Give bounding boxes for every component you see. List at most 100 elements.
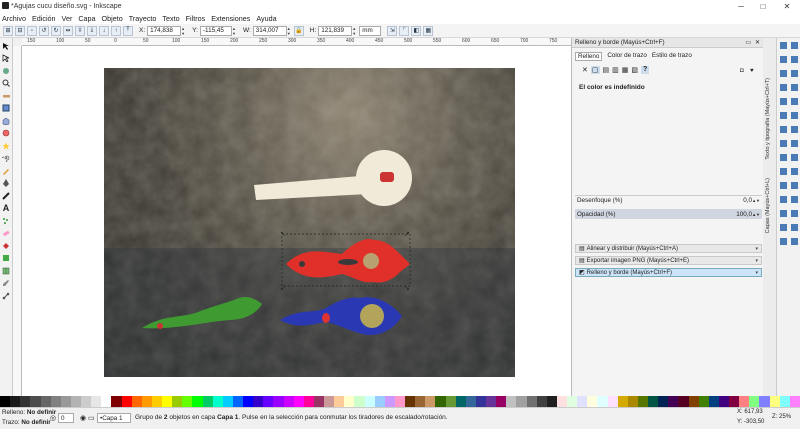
- fill-stroke-dialog-icon[interactable]: [780, 182, 787, 189]
- green-hand[interactable]: [142, 297, 262, 329]
- no-paint-icon[interactable]: ✕: [582, 66, 588, 74]
- star-tool-icon[interactable]: [1, 141, 11, 151]
- lower-icon[interactable]: ↓: [99, 25, 109, 36]
- undo-icon[interactable]: [780, 84, 787, 91]
- ungroup-icon[interactable]: [780, 168, 787, 175]
- rotate-cw-icon[interactable]: ↻: [51, 25, 61, 36]
- palette-swatch[interactable]: [729, 396, 740, 407]
- palette-swatch[interactable]: [81, 396, 92, 407]
- scale-stroke-icon[interactable]: ⇲: [387, 25, 398, 36]
- scale-corners-icon[interactable]: ⌜: [399, 25, 410, 36]
- deselect-icon[interactable]: ▫: [27, 25, 37, 36]
- lock-ratio-icon[interactable]: 🔒: [293, 25, 304, 36]
- ellipse-tool-icon[interactable]: [1, 128, 11, 138]
- h-spinner-icon[interactable]: ▲ ▼: [352, 26, 357, 36]
- maximize-button[interactable]: □: [752, 0, 774, 12]
- rotate-ccw-icon[interactable]: ↺: [39, 25, 49, 36]
- palette-swatch[interactable]: [455, 396, 466, 407]
- palette-swatch[interactable]: [627, 396, 638, 407]
- layers-dialog-icon[interactable]: [780, 196, 787, 203]
- mesh-gradient-icon[interactable]: ▦: [622, 66, 629, 74]
- palette-swatch[interactable]: [587, 396, 598, 407]
- select-all-icon[interactable]: ⊞: [3, 25, 13, 36]
- clone-icon[interactable]: [791, 140, 798, 147]
- document-properties-icon[interactable]: [791, 210, 798, 217]
- raise-icon[interactable]: ↑: [111, 25, 121, 36]
- flip-vertical-icon[interactable]: ⇳: [75, 25, 85, 36]
- palette-swatch[interactable]: [405, 396, 416, 407]
- palette-swatch[interactable]: [0, 396, 11, 407]
- palette-swatch[interactable]: [678, 396, 689, 407]
- palette-swatch[interactable]: [70, 396, 81, 407]
- preferences-icon[interactable]: [780, 210, 787, 217]
- palette-swatch[interactable]: [658, 396, 669, 407]
- palette-swatch[interactable]: [121, 396, 132, 407]
- palette-swatch[interactable]: [334, 396, 345, 407]
- text-tool-icon[interactable]: A: [1, 203, 11, 213]
- tab-color-de-trazo[interactable]: Color de trazo: [607, 52, 647, 61]
- tab-relleno[interactable]: Relleno: [575, 52, 603, 61]
- palette-swatch[interactable]: [708, 396, 719, 407]
- raise-top-icon[interactable]: ⤒: [123, 25, 133, 36]
- panel-fill-stroke[interactable]: ◩ Relleno y borde (Mayús+Ctrl+F) ▾: [575, 268, 762, 277]
- lower-bottom-icon[interactable]: ⤓: [87, 25, 97, 36]
- palette-swatch[interactable]: [425, 396, 436, 407]
- pattern-icon[interactable]: ▧: [631, 66, 638, 74]
- palette-swatch[interactable]: [597, 396, 608, 407]
- palette-swatch[interactable]: [374, 396, 385, 407]
- palette-swatch[interactable]: [556, 396, 567, 407]
- zoom-selection-icon[interactable]: [791, 112, 798, 119]
- y-spinner-icon[interactable]: ▲ ▼: [232, 26, 237, 36]
- w-field[interactable]: 314,007: [252, 25, 287, 36]
- palette-swatch[interactable]: [40, 396, 51, 407]
- eraser-tool-icon[interactable]: [1, 228, 11, 238]
- palette-swatch[interactable]: [637, 396, 648, 407]
- pen-tool-icon[interactable]: [1, 178, 11, 188]
- opacity-spinner-icon[interactable]: ▲▼: [752, 212, 760, 217]
- palette-swatch[interactable]: [101, 396, 112, 407]
- palette-swatch[interactable]: [91, 396, 102, 407]
- palette-swatch[interactable]: [465, 396, 476, 407]
- zoom-value[interactable]: 25%: [779, 414, 791, 420]
- palette-swatch[interactable]: [354, 396, 365, 407]
- stroke-value[interactable]: No definir: [21, 419, 50, 426]
- x-field[interactable]: 174,838: [147, 25, 182, 36]
- palette-swatch[interactable]: [526, 396, 537, 407]
- linear-gradient-icon[interactable]: ▤: [603, 66, 610, 74]
- palette-swatch[interactable]: [283, 396, 294, 407]
- menu-ayuda[interactable]: Ayuda: [256, 14, 276, 23]
- menu-filtros[interactable]: Filtros: [186, 14, 206, 23]
- palette-swatch[interactable]: [779, 396, 790, 407]
- menu-archivo[interactable]: Archivo: [2, 14, 26, 23]
- paste-icon[interactable]: [780, 112, 787, 119]
- menu-trayecto[interactable]: Trayecto: [129, 14, 157, 23]
- zoom-page-icon[interactable]: [791, 126, 798, 133]
- connector-tool-icon[interactable]: [1, 291, 11, 301]
- h-field[interactable]: 121,839: [318, 25, 353, 36]
- palette-swatch[interactable]: [131, 396, 142, 407]
- palette-swatch[interactable]: [536, 396, 547, 407]
- scale-handle-se-icon[interactable]: ↘: [404, 285, 410, 292]
- spray-tool-icon[interactable]: [1, 216, 11, 226]
- spiral-tool-icon[interactable]: [1, 153, 11, 163]
- palette-swatch[interactable]: [141, 396, 152, 407]
- palette-swatch[interactable]: [111, 396, 122, 407]
- palette-swatch[interactable]: [313, 396, 324, 407]
- palette-swatch[interactable]: [688, 396, 699, 407]
- layer-select[interactable]: •Capa 1: [97, 413, 131, 423]
- snap-bbox-icon[interactable]: [791, 224, 798, 231]
- palette-swatch[interactable]: [516, 396, 527, 407]
- palette-swatch[interactable]: [567, 396, 578, 407]
- menu-extensiones[interactable]: Extensiones: [211, 14, 250, 23]
- unit-select[interactable]: mm: [359, 25, 382, 36]
- new-document-icon[interactable]: [780, 42, 787, 49]
- import-icon[interactable]: [780, 70, 787, 77]
- selector-tool-icon[interactable]: [1, 41, 11, 51]
- palette-swatch[interactable]: [394, 396, 405, 407]
- snap-nodes-icon[interactable]: [780, 238, 787, 245]
- scale-handle-ne-icon[interactable]: ↗: [404, 231, 410, 238]
- palette-swatch[interactable]: [222, 396, 233, 407]
- align-dialog-icon[interactable]: [791, 196, 798, 203]
- palette-swatch[interactable]: [192, 396, 203, 407]
- zoom-drawing-icon[interactable]: [780, 126, 787, 133]
